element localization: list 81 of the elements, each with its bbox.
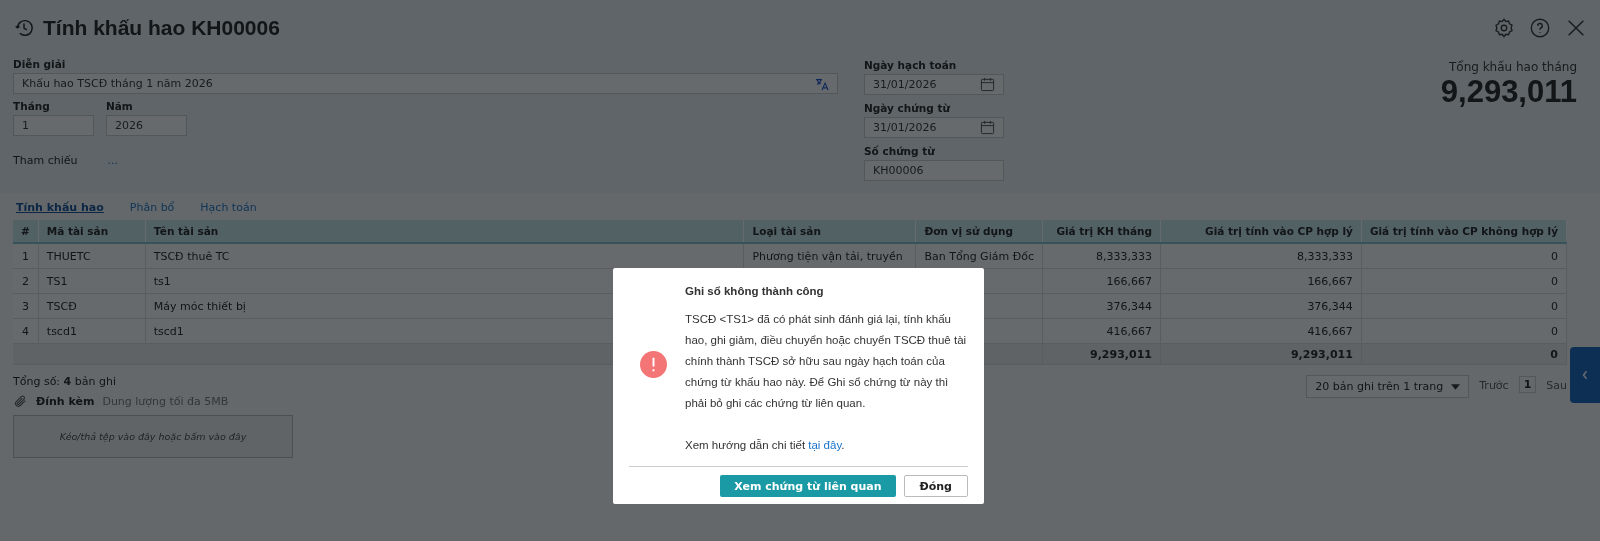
- error-icon: [640, 351, 667, 378]
- tab[interactable]: Phân bổ: [129, 201, 175, 214]
- table-cell: THUETC: [46, 249, 91, 263]
- guide-text: Xem hướng dẫn chi tiết tại đây.: [685, 438, 846, 453]
- field-label: Ngày hạch toán: [864, 59, 958, 71]
- table-cell: 0: [1551, 274, 1558, 288]
- table-cell: 1: [21, 249, 29, 263]
- table-cell: 8,333,333: [1296, 249, 1353, 263]
- reference-link[interactable]: ...: [107, 154, 118, 167]
- summary-value: 9,293,011: [1440, 74, 1577, 110]
- month-field[interactable]: 1: [13, 115, 94, 136]
- close-button[interactable]: Đóng: [903, 475, 968, 497]
- page-size-select[interactable]: 20 bản ghi trên 1 trang: [1306, 375, 1470, 398]
- dialog-message: TSCĐ <TS1> đã có phát sinh đánh giá lại, tính khấu hao, ghi giảm, điều chuyển hoặc chuyển TSCĐ thuê tài chính thành TSCĐ sở hữu sau ngày hạch toán của chứng từ khấu hao này. Để Ghi sổ chứng từ này thì phải bỏ ghi các chứng từ liên quan.: [685, 312, 968, 411]
- view-related-button[interactable]: Xem chứng từ liên quan: [720, 475, 896, 497]
- field-label: Diễn giải: [13, 58, 67, 70]
- document-number-field[interactable]: KH00006: [864, 160, 1004, 181]
- table-cell: 0: [1551, 299, 1558, 313]
- table-cell: 3: [21, 299, 29, 313]
- table-cell: 166,667: [1106, 274, 1152, 288]
- field-label: Số chứng từ: [864, 145, 936, 157]
- next-link[interactable]: Sau: [1546, 375, 1567, 396]
- description-field[interactable]: Khấu hao TSCĐ tháng 1 năm 2026: [13, 73, 838, 94]
- field-label: Ngày chứng từ: [864, 102, 952, 114]
- column-header: Loại tài sản: [744, 220, 916, 243]
- calendar-icon[interactable]: [980, 77, 995, 92]
- file-dropzone[interactable]: Kéo/thả tệp vào đây hoặc bấm vào đây: [13, 415, 293, 458]
- table-cell: 0: [1551, 249, 1558, 263]
- date-field[interactable]: 31/01/2026: [864, 74, 1004, 95]
- table-cell: 2: [21, 274, 29, 288]
- caret-icon: [1451, 383, 1461, 390]
- page-number[interactable]: 1: [1518, 376, 1537, 393]
- table-cell: 0: [1551, 324, 1558, 338]
- table-cell: tscd1: [153, 324, 184, 338]
- previous-link[interactable]: Trước: [1479, 375, 1509, 396]
- table-cell: 166,667: [1307, 274, 1353, 288]
- column-header: Giá trị tính vào CP hợp lý: [1160, 220, 1362, 243]
- table-cell: 376,344: [1307, 299, 1353, 313]
- field-label: Năm: [106, 100, 134, 112]
- translate-icon[interactable]: [815, 76, 829, 91]
- date-field[interactable]: 31/01/2026: [864, 117, 1004, 138]
- tab[interactable]: Tính khấu hao: [16, 201, 104, 214]
- reference-label: Tham chiếu: [13, 154, 78, 167]
- settings-icon[interactable]: [1493, 17, 1515, 39]
- chevron-icon: [1582, 370, 1588, 380]
- table-cell: 4: [21, 324, 29, 338]
- column-header: Tên tài sản: [145, 220, 744, 243]
- table-cell: 8,333,333: [1095, 249, 1152, 263]
- table-cell: TS1: [46, 274, 68, 288]
- table-cell: Ban Tổng Giám Đốc: [924, 249, 1034, 263]
- summary-label: Tổng khấu hao tháng: [1447, 60, 1577, 74]
- column-header: Giá trị tính vào CP không hợp lý: [1361, 220, 1567, 243]
- table-cell: ts1: [153, 274, 171, 288]
- total-cell: 9,293,011: [1290, 347, 1353, 361]
- attachment-label: Đính kèm: [36, 395, 95, 408]
- side-panel-toggle[interactable]: [1570, 347, 1600, 403]
- tab[interactable]: Hạch toán: [200, 201, 257, 214]
- table-cell: tscd1: [46, 324, 77, 338]
- history-icon: [13, 17, 35, 39]
- calendar-icon[interactable]: [980, 120, 995, 135]
- table-cell: Phương tiện vận tải, truyền: [752, 249, 903, 263]
- help-icon[interactable]: [1529, 17, 1551, 39]
- paperclip-icon: [13, 394, 28, 409]
- table-cell: 376,344: [1106, 299, 1152, 313]
- page-title: Tính khấu hao KH00006: [43, 16, 280, 40]
- column-header: #: [13, 220, 39, 243]
- total-cell: 9,293,011: [1090, 347, 1152, 361]
- table-cell: 416,667: [1106, 324, 1152, 338]
- table-cell: 416,667: [1307, 324, 1353, 338]
- table-cell: TSCĐ thuê TC: [153, 249, 230, 263]
- total-cell: 0: [1550, 347, 1558, 361]
- column-header: Giá trị KH tháng: [1042, 220, 1161, 243]
- column-header: Đơn vị sử dụng: [915, 220, 1043, 243]
- dialog-title: Ghi sổ không thành công: [685, 284, 825, 299]
- close-icon[interactable]: [1565, 17, 1587, 39]
- year-field[interactable]: 2026: [106, 115, 187, 136]
- table-cell: TSCĐ: [46, 299, 77, 313]
- column-header: Mã tài sản: [38, 220, 146, 243]
- table-cell: Máy móc thiết bị: [153, 299, 246, 313]
- record-count: Tổng số: 4 bản ghi: [13, 375, 117, 388]
- field-label: Tháng: [13, 100, 51, 112]
